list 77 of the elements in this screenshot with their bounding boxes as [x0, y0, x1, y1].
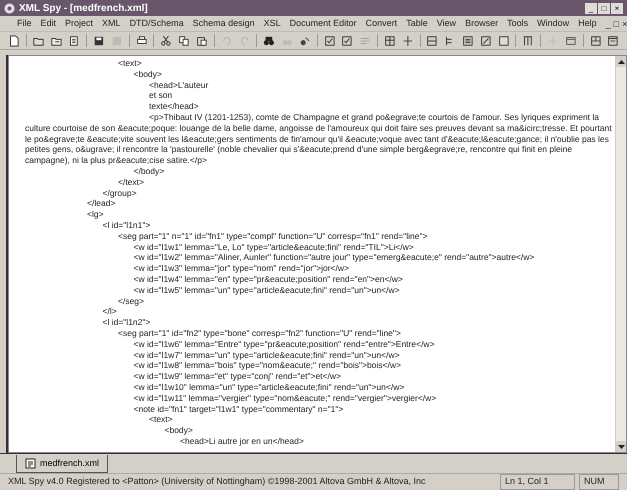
copy-icon[interactable] — [178, 34, 190, 46]
code-line: <w id="l1w7" lemma="un" type="article&eacute;fini" rend="un">un</w> — [132, 350, 401, 360]
code-line: <l id="l1n2"> — [102, 317, 152, 328]
document-close-button[interactable]: × — [622, 18, 627, 28]
menu-item[interactable]: Document Editor — [290, 16, 357, 30]
code-line: <w id="l1w5" lemma="un" type="article&eacute;fini" rend="un">un</w> — [132, 284, 401, 296]
menu-item[interactable]: Project — [65, 16, 94, 30]
status-message: XML Spy v4.0 Registered to <Patton> (University of Nottingham) ©1998-2001 Altova GmbH & Altova, Inc — [8, 475, 426, 488]
close-button[interactable]: × — [611, 2, 623, 14]
code-line: <body> — [164, 425, 194, 436]
code-line: <body> — [132, 68, 163, 80]
menu-item[interactable]: XML — [102, 16, 121, 30]
xml-file-icon — [25, 458, 36, 469]
table-icon[interactable] — [384, 34, 396, 46]
minimize-button[interactable]: _ — [585, 2, 597, 14]
document-restore-button[interactable]: □ — [614, 18, 620, 28]
code-line: <text> — [117, 58, 143, 69]
code-line: <p>Thibaut IV (1201-1253), comte de Champagne et grand po&egrave;te courtois de l'amour. Ses lyriques expriment la culture courtoise de son &eacute;poque: louange de la belle dame, angoisse de l'amoureux qui doit faire ses preuves devant sa ma&icirc;tresse. Et pourtant le po&egrave;te &eacute;vite souvent les l&eacute;gers sentiments de fin'amour qu'il &eacute;voque avec tant d'&eacute;l&eacute;gance; il n'oublie pas les petites gens, o&ugrave; il rencontre la 'pastourelle' (noble chevalier qui s'&eacute;prend d'une simple berg&egrave;re, rencontre qui finit en pleine campagne), ni la plus pr&eacute;cise satire.</p> — [25, 112, 613, 166]
scroll-up-icon[interactable] — [618, 60, 624, 64]
code-line: <head>Li autre jor en un</head> — [179, 436, 305, 447]
columns-icon[interactable] — [522, 34, 534, 46]
menu-item[interactable]: Table — [406, 16, 428, 30]
list-view-icon[interactable] — [462, 34, 474, 46]
app-logo-icon — [4, 2, 15, 14]
code-line: <note id="fn1" target="l1w1" type="commentary" n="1"> — [132, 404, 344, 414]
paste-icon[interactable] — [196, 34, 208, 46]
window-title: XML Spy - [medfrench.xml] — [19, 2, 148, 16]
code-line: <head>L'auteur — [148, 80, 210, 90]
layout-icon[interactable] — [590, 34, 602, 46]
menu-item[interactable]: Schema design — [192, 16, 255, 30]
print-icon[interactable] — [136, 34, 148, 46]
maximize-button[interactable]: □ — [598, 2, 610, 14]
code-line: </group> — [102, 188, 138, 198]
cut-icon[interactable] — [160, 34, 172, 46]
scroll-down-icon[interactable] — [618, 444, 624, 448]
document-icon[interactable] — [68, 34, 80, 46]
code-line: <w id="l1w9" lemma="et" type="conj" rend="et">et</w> — [132, 371, 342, 382]
code-line: <w id="l1w10" lemma="un" type="article&eacute;fini" rend="un">un</w> — [132, 382, 406, 393]
document-minimize-button[interactable]: _ — [606, 18, 611, 28]
code-line: <lg> — [86, 209, 105, 220]
code-line: <text> — [148, 414, 174, 426]
panel-icon[interactable] — [564, 34, 577, 46]
menu-item[interactable]: XSL — [264, 16, 281, 30]
menu-item[interactable]: View — [436, 16, 456, 30]
code-line: </text> — [117, 176, 145, 188]
num-lock-indicator: NUM — [579, 474, 619, 490]
code-line: </lead> — [86, 198, 116, 210]
menu-item[interactable]: Convert — [366, 16, 398, 30]
menu-item[interactable]: Tools — [507, 16, 528, 30]
document-tab[interactable]: medfrench.xml — [16, 455, 108, 473]
code-line: <w id="l1w11" lemma="vergier" type="nom&eacute;" rend="vergier">vergier</w> — [132, 392, 438, 404]
new-file-icon[interactable] — [8, 34, 20, 46]
menu-item[interactable]: DTD/Schema — [130, 16, 184, 30]
binoculars-icon[interactable] — [263, 34, 276, 46]
code-line: <seg part="1" n="1" id="fn1" type="compl" function="U" corresp="fn1" rend="line"> — [117, 230, 428, 242]
code-line: </body> — [132, 166, 166, 177]
code-line: <w id="l1w2" lemma="Aliner, Aunler" function="autre jour" type="emerg&eacute;e" rend="autre">autre</w> — [132, 252, 536, 264]
menu-item[interactable]: Browser — [465, 16, 498, 30]
code-line: et son — [148, 90, 174, 102]
cursor-position: Ln 1, Col 1 — [500, 474, 575, 490]
menu-item[interactable]: Help — [578, 16, 597, 30]
vertical-scrollbar[interactable] — [615, 56, 626, 452]
menu-item[interactable]: File — [17, 16, 32, 30]
code-line: <w id="l1w6" lemma="Entre" type="pr&eacute;position" rend="entre">Entre</w> — [132, 338, 436, 350]
code-line: <w id="l1w8" lemma="bois" type="nom&eacute;" rend="bois">bois</w> — [132, 360, 402, 372]
window-icon[interactable] — [607, 34, 620, 46]
menu-item[interactable]: Edit — [40, 16, 56, 30]
code-line: <seg part="1" id="fn2" type="bone" corresp="fn2" function="U" rend="line"> — [117, 328, 402, 339]
code-line: <w id="l1w3" lemma="jor" type="nom" rend="jor">jor</w> — [132, 263, 350, 274]
code-line: </seg> — [117, 296, 145, 306]
code-line: <l id="l1n1"> — [102, 220, 152, 231]
menu-item[interactable]: Window — [537, 16, 570, 30]
code-line: <w id="l1w1" lemma="Le, Lo" type="article&eacute;fini" rend="TIL">Li</w> — [132, 242, 415, 252]
code-line: </l> — [102, 306, 118, 318]
code-line: <w id="l1w4" lemma="en" type="pr&eacute;position" rend="en">en</w> — [132, 274, 404, 285]
code-line: texte</head> — [148, 101, 200, 112]
save-icon[interactable] — [93, 34, 105, 46]
